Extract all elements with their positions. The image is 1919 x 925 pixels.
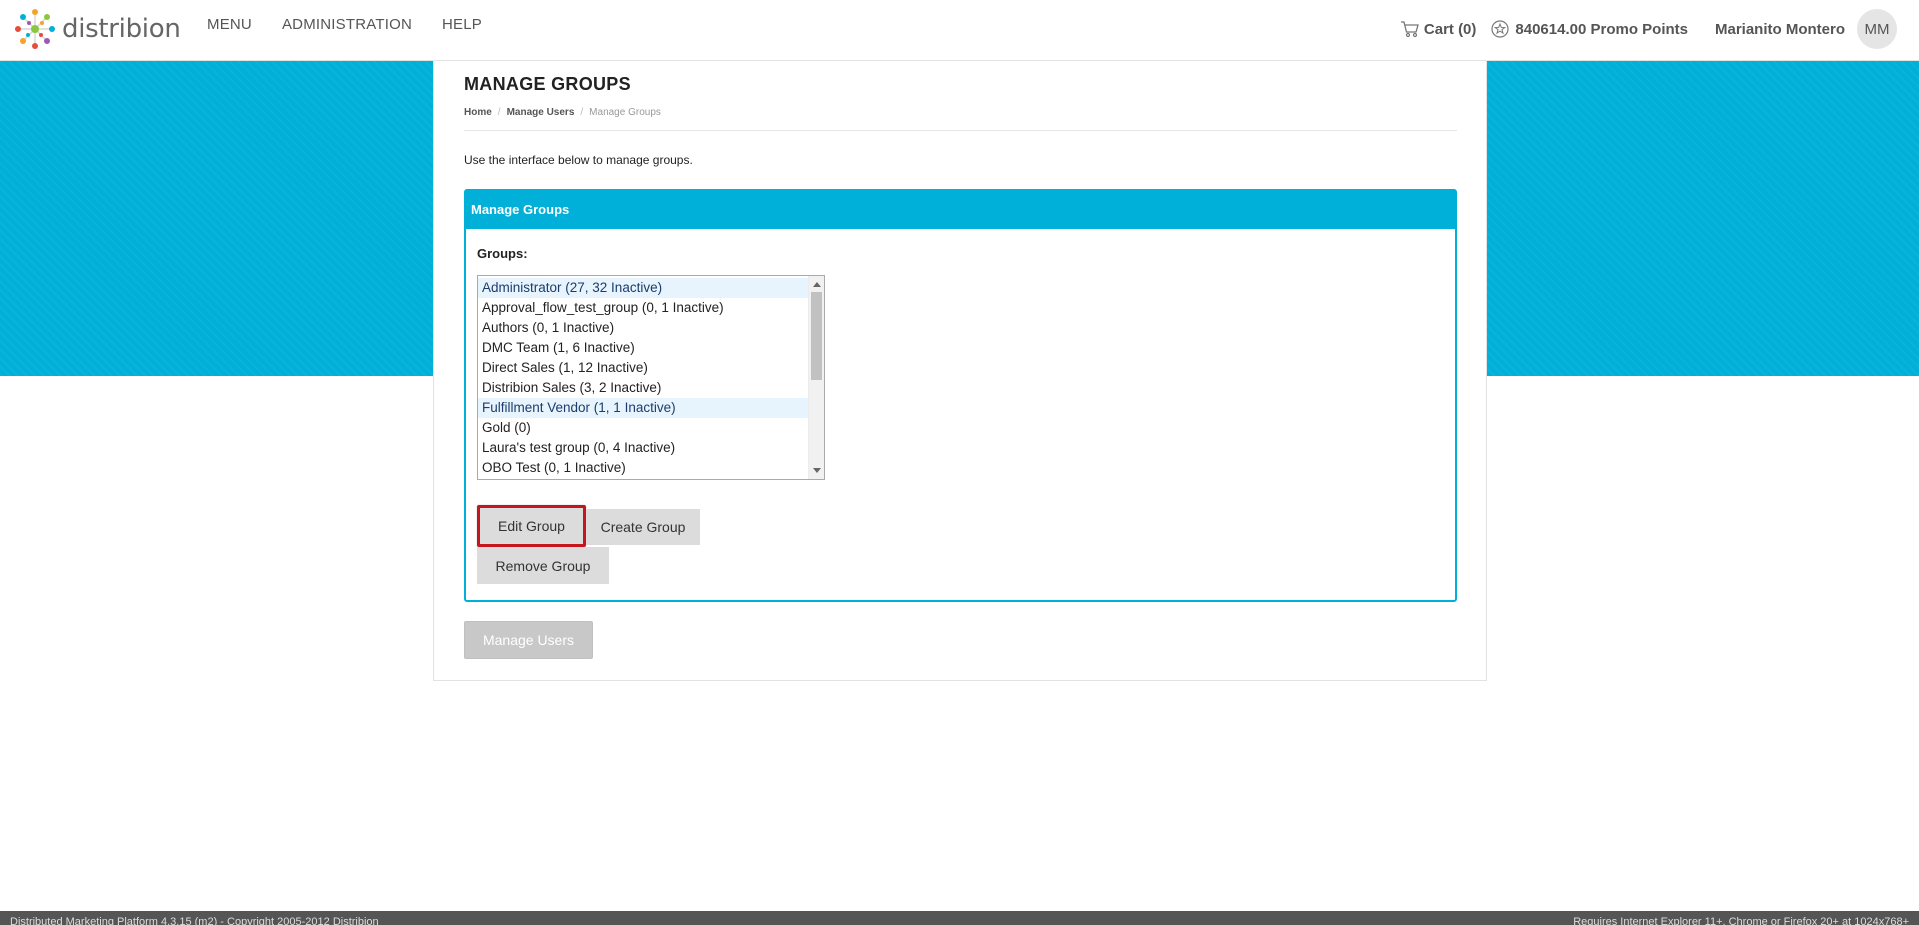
- top-navbar: distribion MENU ADMINISTRATION HELP Cart…: [0, 0, 1919, 61]
- group-option[interactable]: Approval_flow_test_group (0, 1 Inactive): [478, 298, 808, 318]
- group-option[interactable]: Authors (0, 1 Inactive): [478, 318, 808, 338]
- groups-list: Administrator (27, 32 Inactive) Approval…: [478, 276, 808, 478]
- star-badge-icon: [1491, 20, 1510, 38]
- breadcrumb-current: Manage Groups: [589, 107, 661, 118]
- scroll-thumb[interactable]: [811, 292, 822, 380]
- nav-help[interactable]: HELP: [442, 16, 482, 33]
- groups-label: Groups:: [477, 246, 528, 261]
- brand-name: distribion: [62, 14, 181, 44]
- listbox-scrollbar[interactable]: [808, 276, 824, 479]
- footer-requirements: Requires Internet Explorer 11+, Chrome o…: [1573, 916, 1909, 925]
- content-card: MANAGE GROUPS Home / Manage Users / Mana…: [433, 61, 1487, 681]
- user-nav: Cart (0) 840614.00 Promo Points Marianit…: [1400, 9, 1897, 49]
- manage-groups-panel: Manage Groups Groups: Administrator (27,…: [464, 189, 1457, 602]
- scroll-down-icon[interactable]: [813, 468, 821, 473]
- distribion-logo[interactable]: distribion: [14, 6, 181, 52]
- avatar[interactable]: MM: [1857, 9, 1897, 49]
- group-option[interactable]: Administrator (27, 32 Inactive): [478, 278, 808, 298]
- scroll-up-icon[interactable]: [813, 282, 821, 287]
- manage-users-button[interactable]: Manage Users: [464, 621, 593, 659]
- distribion-logo-icon: [15, 9, 55, 49]
- user-name[interactable]: Marianito Montero: [1715, 21, 1845, 38]
- cart-link[interactable]: Cart (0): [1400, 20, 1477, 38]
- nav-administration[interactable]: ADMINISTRATION: [282, 16, 412, 33]
- edit-group-button[interactable]: Edit Group: [477, 505, 586, 547]
- breadcrumb: Home / Manage Users / Manage Groups: [464, 107, 661, 118]
- points-label: 840614.00 Promo Points: [1515, 20, 1688, 38]
- footer-copyright: Distributed Marketing Platform 4.3.15 (m…: [10, 916, 379, 925]
- remove-group-button[interactable]: Remove Group: [477, 547, 609, 584]
- panel-title: Manage Groups: [466, 191, 1455, 229]
- breadcrumb-manage-users[interactable]: Manage Users: [507, 107, 575, 118]
- promo-points[interactable]: 840614.00 Promo Points: [1491, 20, 1688, 38]
- group-option[interactable]: Laura's test group (0, 4 Inactive): [478, 438, 808, 458]
- title-divider: [464, 130, 1457, 131]
- create-group-button[interactable]: Create Group: [586, 509, 700, 545]
- group-option[interactable]: Fulfillment Vendor (1, 1 Inactive): [478, 398, 808, 418]
- cart-label: Cart (0): [1423, 20, 1477, 38]
- intro-text: Use the interface below to manage groups…: [464, 153, 693, 167]
- group-option[interactable]: OBO Test (0, 1 Inactive): [478, 458, 808, 478]
- group-option[interactable]: Gold (0): [478, 418, 808, 438]
- group-option[interactable]: Direct Sales (1, 12 Inactive): [478, 358, 808, 378]
- groups-listbox[interactable]: Administrator (27, 32 Inactive) Approval…: [477, 275, 825, 480]
- breadcrumb-home[interactable]: Home: [464, 107, 492, 118]
- group-option[interactable]: Distribion Sales (3, 2 Inactive): [478, 378, 808, 398]
- nav-menu[interactable]: MENU: [207, 16, 252, 33]
- group-option[interactable]: DMC Team (1, 6 Inactive): [478, 338, 808, 358]
- breadcrumb-separator: /: [497, 107, 501, 118]
- page-title: MANAGE GROUPS: [464, 74, 631, 94]
- main-nav: MENU ADMINISTRATION HELP: [207, 16, 482, 33]
- footer: Distributed Marketing Platform 4.3.15 (m…: [0, 911, 1919, 925]
- cart-icon: [1400, 21, 1419, 38]
- breadcrumb-separator: /: [580, 107, 584, 118]
